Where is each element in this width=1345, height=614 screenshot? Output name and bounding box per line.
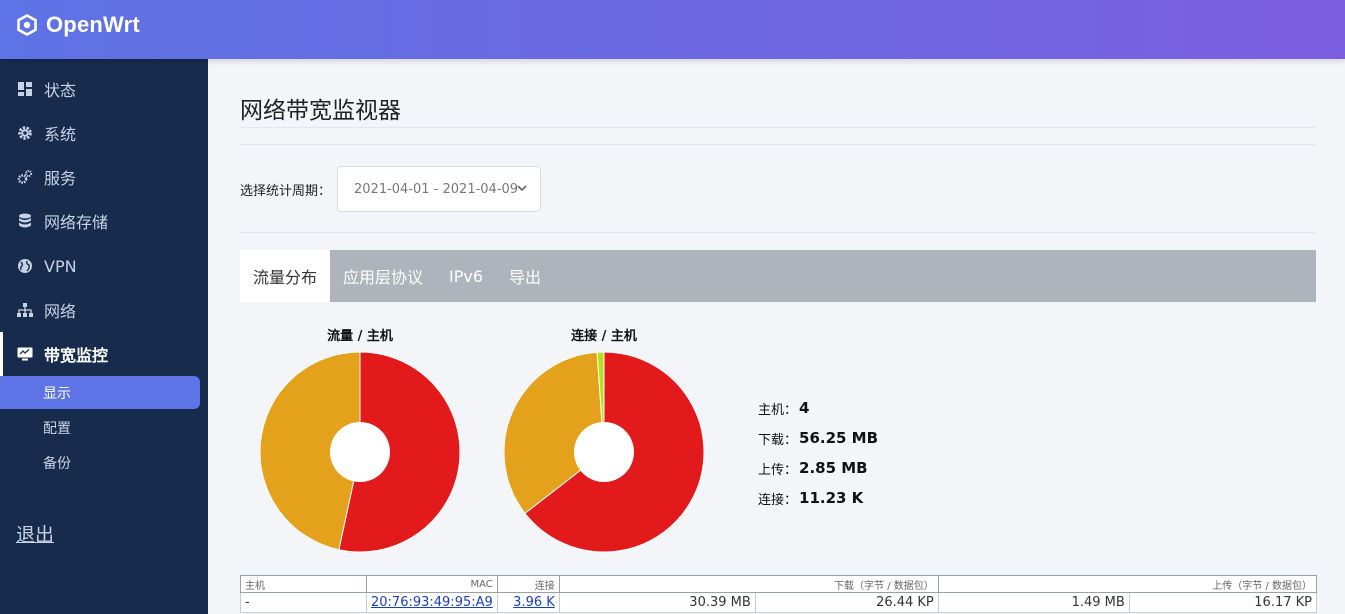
sidebar-item-label: 状态 [44, 81, 77, 100]
openwrt-logo[interactable]: OpenWrt [16, 12, 140, 38]
table-header-row: 主机 MAC 连接 下载（字节 / 数据包） 上传（字节 / 数据包） [240, 575, 1318, 593]
period-select[interactable]: 2021-04-01 - 2021-04-09 [337, 166, 541, 212]
traffic-pie-chart [260, 352, 460, 552]
chart-title-traffic: 流量 / 主机 [327, 329, 393, 344]
dashboard-icon [16, 80, 34, 98]
cell-connections: 3.96 K [496, 592, 560, 613]
cell-mac: 20:76:93:49:95:A9 [366, 592, 498, 613]
sidebar-item-services[interactable]: 服务 [0, 155, 208, 199]
top-header: OpenWrt [0, 0, 1345, 59]
sidebar-item-label: 系统 [44, 125, 77, 144]
sidebar-item-label: 带宽监控 [44, 346, 109, 365]
sidebar-subitem-display[interactable]: 显示 [0, 376, 200, 409]
cell-upload-packets: 16.17 KP [1128, 592, 1318, 613]
sidebar-item-system[interactable]: 系统 [0, 111, 208, 155]
cell-download-bytes: 30.39 MB [558, 592, 756, 613]
tab-bar: 流量分布 应用层协议 IPv6 导出 [240, 250, 1316, 302]
divider [240, 232, 1316, 233]
stat-connections: 连接： 11.23 K [758, 483, 878, 513]
chart-title-connections: 连接 / 主机 [571, 329, 637, 344]
col-mac[interactable]: MAC [366, 575, 498, 593]
col-upload[interactable]: 上传（字节 / 数据包） [937, 575, 1318, 593]
sitemap-icon [16, 301, 34, 319]
col-download[interactable]: 下载（字节 / 数据包） [558, 575, 939, 593]
stat-label: 连接： [758, 492, 798, 508]
period-label: 选择统计周期： [240, 184, 332, 199]
sidebar-item-label: 网络存储 [44, 213, 109, 232]
connections-link[interactable]: 3.96 K [513, 595, 555, 610]
sidebar-subitem-backup[interactable]: 备份 [0, 446, 200, 479]
cell-host: - [240, 592, 367, 613]
stat-value: 2.85 MB [799, 459, 868, 477]
database-icon [16, 212, 34, 230]
col-connections[interactable]: 连接 [496, 575, 560, 593]
tab-traffic-distribution[interactable]: 流量分布 [240, 250, 331, 302]
monitor-icon [16, 345, 34, 363]
sidebar: 状态 系统 服务 网络存储 VPN 网络 带宽监控 显示 配置 备份 退出 [0, 59, 208, 614]
stat-value: 11.23 K [799, 489, 864, 507]
gears-icon [16, 168, 34, 186]
sidebar-item-label: 网络 [44, 302, 77, 321]
period-select-value: 2021-04-01 - 2021-04-09 [354, 181, 519, 197]
cell-upload-bytes: 1.49 MB [937, 592, 1130, 613]
stat-hosts: 主机： 4 [758, 393, 878, 423]
divider [240, 127, 1316, 128]
tab-app-protocols[interactable]: 应用层协议 [330, 250, 436, 302]
stat-label: 上传： [758, 462, 798, 478]
tab-export[interactable]: 导出 [496, 250, 554, 302]
sidebar-item-bandwidth[interactable]: 带宽监控 [0, 332, 208, 376]
chevron-down-icon [517, 185, 527, 192]
sidebar-item-label: 服务 [44, 169, 77, 188]
stat-upload: 上传： 2.85 MB [758, 453, 878, 483]
tab-ipv6[interactable]: IPv6 [436, 250, 496, 302]
stat-value: 56.25 MB [799, 429, 879, 447]
stat-download: 下载： 56.25 MB [758, 423, 878, 453]
sidebar-item-status[interactable]: 状态 [0, 67, 208, 111]
main-content: 网络带宽监视器 选择统计周期： 2021-04-01 - 2021-04-09 … [208, 59, 1345, 614]
donut-hole [330, 422, 390, 482]
col-host[interactable]: 主机 [240, 575, 367, 593]
table-row: - 20:76:93:49:95:A9 3.96 K 30.39 MB 26.4… [240, 592, 1318, 613]
openwrt-logo-icon [17, 14, 37, 36]
sidebar-item-vpn[interactable]: VPN [0, 244, 208, 288]
sidebar-item-label: VPN [44, 256, 77, 276]
stat-label: 主机： [758, 402, 798, 418]
stat-value: 4 [799, 399, 810, 417]
sidebar-item-network[interactable]: 网络 [0, 288, 208, 332]
divider [240, 144, 1316, 145]
stat-label: 下载： [758, 432, 798, 448]
cell-download-packets: 26.44 KP [754, 592, 939, 613]
gear-icon [16, 124, 34, 142]
logout-link[interactable]: 退出 [16, 520, 54, 547]
page-title: 网络带宽监视器 [240, 98, 401, 124]
mac-link[interactable]: 20:76:93:49:95:A9 [371, 595, 493, 610]
hosts-table: 主机 MAC 连接 下载（字节 / 数据包） 上传（字节 / 数据包） - 20… [240, 575, 1318, 613]
donut-hole [574, 422, 634, 482]
brand-name: OpenWrt [46, 12, 140, 37]
sidebar-subitem-config[interactable]: 配置 [0, 411, 200, 444]
globe-icon [16, 257, 34, 275]
stats-summary: 主机： 4 下载： 56.25 MB 上传： 2.85 MB 连接： 11.23 K [758, 393, 878, 513]
sidebar-item-storage[interactable]: 网络存储 [0, 199, 208, 243]
connections-pie-chart [504, 352, 704, 552]
